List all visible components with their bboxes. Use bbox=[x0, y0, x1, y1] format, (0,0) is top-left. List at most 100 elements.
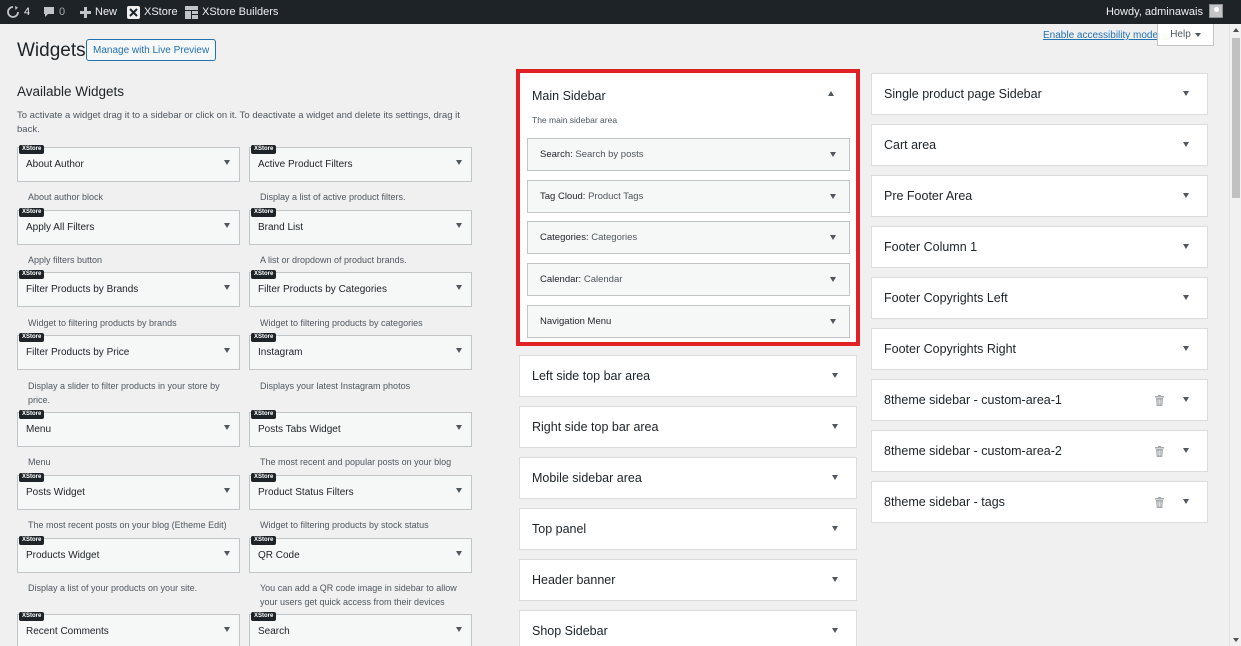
chevron-down-icon[interactable] bbox=[830, 319, 836, 324]
chevron-down-icon[interactable] bbox=[832, 577, 838, 582]
chevron-down-icon[interactable] bbox=[830, 235, 836, 240]
chevron-down-icon[interactable] bbox=[1183, 244, 1189, 249]
widget-search[interactable]: XStore Search bbox=[249, 612, 472, 646]
widget-menu[interactable]: XStore Menu bbox=[17, 410, 240, 447]
chevron-down-icon[interactable] bbox=[224, 425, 230, 430]
sidebar-widget-calendar[interactable]: Calendar: Calendar bbox=[527, 263, 850, 296]
xstore-link[interactable]: XStore bbox=[127, 0, 178, 24]
chevron-down-icon[interactable] bbox=[1183, 193, 1189, 198]
sidebar-footer-copyrights-left[interactable]: Footer Copyrights Left bbox=[871, 277, 1208, 319]
chevron-down-icon[interactable] bbox=[456, 551, 462, 556]
xstore-badge: XStore bbox=[19, 270, 45, 279]
sidebar-shop-sidebar[interactable]: Shop Sidebar bbox=[519, 610, 857, 646]
chevron-down-icon[interactable] bbox=[1183, 142, 1189, 147]
trash-icon[interactable] bbox=[1155, 497, 1164, 508]
chevron-down-icon[interactable] bbox=[1183, 295, 1189, 300]
admin-bar: 4 0 New XStore XStore Builders Howdy, ad… bbox=[0, 0, 1241, 24]
sidebar-tags[interactable]: 8theme sidebar - tags bbox=[871, 481, 1208, 523]
sidebar-title: Single product page Sidebar bbox=[884, 87, 1042, 101]
sidebar-widget-categories[interactable]: Categories: Categories bbox=[527, 221, 850, 254]
chevron-down-icon[interactable] bbox=[224, 348, 230, 353]
enable-accessibility-link[interactable]: Enable accessibility mode bbox=[1043, 30, 1158, 41]
chevron-down-icon[interactable] bbox=[832, 628, 838, 633]
widget-filter-products-by-brands[interactable]: XStore Filter Products by Brands bbox=[17, 270, 240, 307]
chevron-up-icon[interactable] bbox=[828, 91, 834, 96]
widget-qr-code[interactable]: XStore QR Code bbox=[249, 536, 472, 573]
scroll-down-arrow-icon[interactable] bbox=[1233, 638, 1239, 642]
chevron-down-icon[interactable] bbox=[830, 277, 836, 282]
chevron-down-icon[interactable] bbox=[830, 152, 836, 157]
sidebar-widget-tag-cloud[interactable]: Tag Cloud: Product Tags bbox=[527, 180, 850, 213]
chevron-down-icon[interactable] bbox=[456, 285, 462, 290]
scroll-up-arrow-icon[interactable] bbox=[1233, 28, 1239, 32]
widget-posts[interactable]: XStore Posts Widget bbox=[17, 473, 240, 510]
sidebar-footer-column-1[interactable]: Footer Column 1 bbox=[871, 226, 1208, 268]
chevron-down-icon[interactable] bbox=[1183, 346, 1189, 351]
page-scrollbar[interactable] bbox=[1229, 24, 1241, 646]
chevron-down-icon[interactable] bbox=[224, 223, 230, 228]
scrollbar-thumb[interactable] bbox=[1232, 38, 1240, 198]
widget-brand-list[interactable]: XStore Brand List bbox=[249, 208, 472, 245]
widget-products[interactable]: XStore Products Widget bbox=[17, 536, 240, 573]
widget-instagram[interactable]: XStore Instagram bbox=[249, 333, 472, 370]
chevron-down-icon[interactable] bbox=[456, 348, 462, 353]
chevron-down-icon[interactable] bbox=[832, 424, 838, 429]
sidebar-right-side-top-bar[interactable]: Right side top bar area bbox=[519, 406, 857, 448]
widget-about-author[interactable]: XStore About Author bbox=[17, 145, 240, 182]
widget-type: Search: bbox=[540, 149, 573, 160]
widget-filter-products-by-price[interactable]: XStore Filter Products by Price bbox=[17, 333, 240, 370]
manage-live-preview-button[interactable]: Manage with Live Preview bbox=[86, 39, 217, 61]
sidebar-custom-area-2[interactable]: 8theme sidebar - custom-area-2 bbox=[871, 430, 1208, 472]
chevron-down-icon[interactable] bbox=[224, 160, 230, 165]
help-tab-button[interactable]: Help bbox=[1157, 24, 1214, 46]
widget-type: Categories: bbox=[540, 232, 589, 243]
sidebar-cart-area[interactable]: Cart area bbox=[871, 124, 1208, 166]
widget-product-status-filters[interactable]: XStore Product Status Filters bbox=[249, 473, 472, 510]
widget-title: Menu bbox=[26, 424, 52, 435]
new-content-link[interactable]: New bbox=[80, 0, 117, 24]
sidebar-left-side-top-bar[interactable]: Left side top bar area bbox=[519, 355, 857, 397]
sidebar-header-banner[interactable]: Header banner bbox=[519, 559, 857, 601]
chevron-down-icon[interactable] bbox=[224, 627, 230, 632]
account-menu[interactable]: Howdy, adminawais bbox=[1106, 0, 1203, 24]
sidebar-single-product-page[interactable]: Single product page Sidebar bbox=[871, 73, 1208, 115]
chevron-down-icon[interactable] bbox=[224, 285, 230, 290]
chevron-down-icon[interactable] bbox=[224, 488, 230, 493]
sidebar-pre-footer-area[interactable]: Pre Footer Area bbox=[871, 175, 1208, 217]
chevron-down-icon[interactable] bbox=[832, 526, 838, 531]
main-sidebar-panel[interactable]: Main Sidebar The main sidebar area Searc… bbox=[516, 69, 860, 346]
chevron-down-icon[interactable] bbox=[832, 373, 838, 378]
chevron-down-icon[interactable] bbox=[224, 551, 230, 556]
chevron-down-icon[interactable] bbox=[456, 223, 462, 228]
widget-posts-tabs[interactable]: XStore Posts Tabs Widget bbox=[249, 410, 472, 447]
sidebar-custom-area-1[interactable]: 8theme sidebar - custom-area-1 bbox=[871, 379, 1208, 421]
trash-icon[interactable] bbox=[1155, 395, 1164, 406]
trash-icon[interactable] bbox=[1155, 446, 1164, 457]
sidebar-mobile-sidebar[interactable]: Mobile sidebar area bbox=[519, 457, 857, 499]
chevron-down-icon[interactable] bbox=[830, 194, 836, 199]
chevron-down-icon[interactable] bbox=[1183, 499, 1189, 504]
sidebar-widget-navigation-menu[interactable]: Navigation Menu bbox=[527, 305, 850, 338]
widget-description: About author block bbox=[28, 192, 104, 202]
comments-link[interactable]: 0 bbox=[43, 0, 65, 24]
widget-recent-comments[interactable]: XStore Recent Comments bbox=[17, 612, 240, 646]
chevron-down-icon[interactable] bbox=[1183, 448, 1189, 453]
chevron-down-icon[interactable] bbox=[456, 627, 462, 632]
chevron-down-icon[interactable] bbox=[1183, 91, 1189, 96]
user-avatar-icon[interactable] bbox=[1209, 4, 1223, 18]
xstore-builders-link[interactable]: XStore Builders bbox=[185, 0, 278, 24]
chevron-down-icon[interactable] bbox=[456, 488, 462, 493]
chevron-down-icon[interactable] bbox=[456, 425, 462, 430]
sidebar-widget-search[interactable]: Search: Search by posts bbox=[527, 138, 850, 171]
widget-active-product-filters[interactable]: XStore Active Product Filters bbox=[249, 145, 472, 182]
widget-apply-all-filters[interactable]: XStore Apply All Filters bbox=[17, 208, 240, 245]
widget-title: Apply All Filters bbox=[26, 222, 95, 233]
widget-filter-products-by-categories[interactable]: XStore Filter Products by Categories bbox=[249, 270, 472, 307]
sidebar-top-panel[interactable]: Top panel bbox=[519, 508, 857, 550]
xstore-badge: XStore bbox=[19, 410, 45, 419]
sidebar-footer-copyrights-right[interactable]: Footer Copyrights Right bbox=[871, 328, 1208, 370]
chevron-down-icon[interactable] bbox=[832, 475, 838, 480]
chevron-down-icon[interactable] bbox=[456, 160, 462, 165]
updates-link[interactable]: 4 bbox=[6, 0, 30, 24]
chevron-down-icon[interactable] bbox=[1183, 397, 1189, 402]
